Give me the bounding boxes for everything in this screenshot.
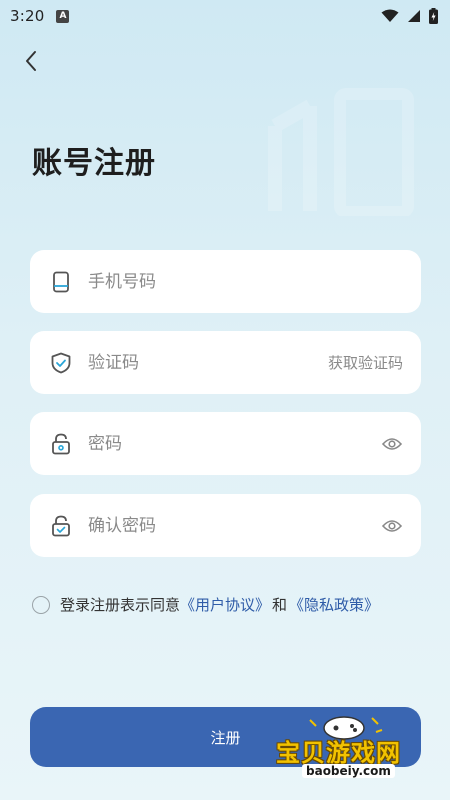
phone-input[interactable] [88, 271, 403, 292]
agreement-checkbox[interactable] [32, 595, 50, 614]
agreement-conjunction: 和 [272, 596, 288, 614]
get-code-button[interactable]: 获取验证码 [328, 352, 403, 373]
show-password-icon[interactable] [381, 433, 403, 455]
page-title: 账号注册 [32, 146, 156, 181]
agreement-prefix: 登录注册表示同意 [60, 596, 181, 614]
battery-icon [429, 8, 438, 24]
unlock-icon [50, 433, 72, 455]
confirm-password-input[interactable] [88, 515, 381, 536]
phone-icon [50, 271, 72, 293]
show-confirm-password-icon[interactable] [381, 515, 403, 537]
signal-icon [408, 10, 420, 22]
site-logo-text: 宝贝游戏网 [276, 739, 401, 767]
back-button[interactable] [16, 46, 46, 76]
code-input[interactable] [88, 352, 328, 373]
status-time: 3:20 [10, 7, 45, 25]
user-agreement-link[interactable]: 《用户协议》 [180, 594, 270, 615]
wifi-icon [381, 9, 399, 22]
confirm-password-field[interactable] [30, 494, 421, 557]
site-logo-url: baobeiy.com [302, 764, 395, 778]
password-input[interactable] [88, 433, 381, 454]
notification-icon: A [56, 9, 70, 23]
privacy-policy-link[interactable]: 《隐私政策》 [289, 594, 379, 615]
lock-check-icon [50, 515, 72, 537]
password-field[interactable] [30, 412, 421, 475]
phone-field[interactable] [30, 250, 421, 313]
background-decoration [268, 88, 414, 216]
status-bar: 3:20 A [0, 0, 450, 32]
shield-check-icon [50, 352, 72, 374]
chevron-left-icon [26, 51, 36, 71]
status-indicators [381, 8, 438, 24]
code-field[interactable]: 获取验证码 [30, 331, 421, 394]
agreement-row: 登录注册表示同意 《用户协议》 和 《隐私政策》 [32, 594, 379, 615]
